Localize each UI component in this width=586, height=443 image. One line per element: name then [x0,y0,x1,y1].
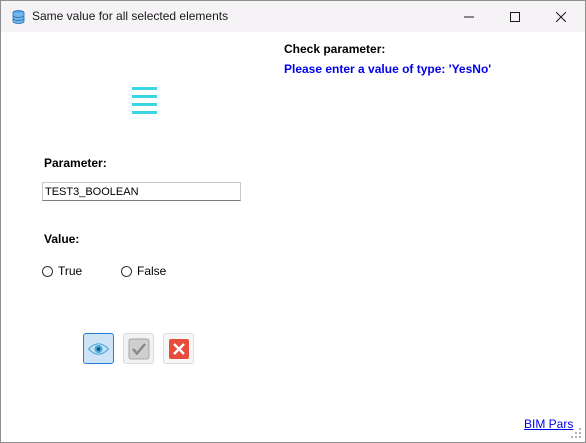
value-label: Value: [44,232,80,246]
check-parameter-message: Please enter a value of type: 'YesNo' [284,62,492,76]
close-button[interactable] [538,1,584,32]
title-bar[interactable]: Same value for all selected elements [1,1,585,32]
radio-false[interactable]: False [121,264,166,278]
resize-grip-icon[interactable] [571,428,582,439]
preview-button[interactable] [83,333,114,364]
menu-lines-icon [132,87,157,114]
apply-button[interactable] [123,333,154,364]
eye-icon [88,342,109,355]
window-title: Same value for all selected elements [32,9,229,23]
cancel-button[interactable] [163,333,194,364]
radio-false-label: False [137,264,167,278]
x-icon [168,338,189,359]
dialog-window: Same value for all selected elements Che… [0,0,586,443]
minimize-button[interactable] [446,1,492,32]
minimize-icon [464,16,474,17]
parameter-input[interactable] [42,182,241,201]
radio-true-label: True [58,264,83,278]
maximize-icon [510,11,520,22]
close-icon [556,11,566,22]
radio-button-false[interactable] [121,265,132,277]
check-parameter-label: Check parameter: [284,42,386,56]
checkmark-icon [128,338,149,359]
parameter-label: Parameter: [44,156,107,170]
radio-true[interactable]: True [42,264,82,278]
bim-pars-link[interactable]: BIM Pars [524,417,573,431]
database-icon [12,10,25,24]
radio-button-true[interactable] [42,265,53,277]
maximize-button[interactable] [492,1,538,32]
